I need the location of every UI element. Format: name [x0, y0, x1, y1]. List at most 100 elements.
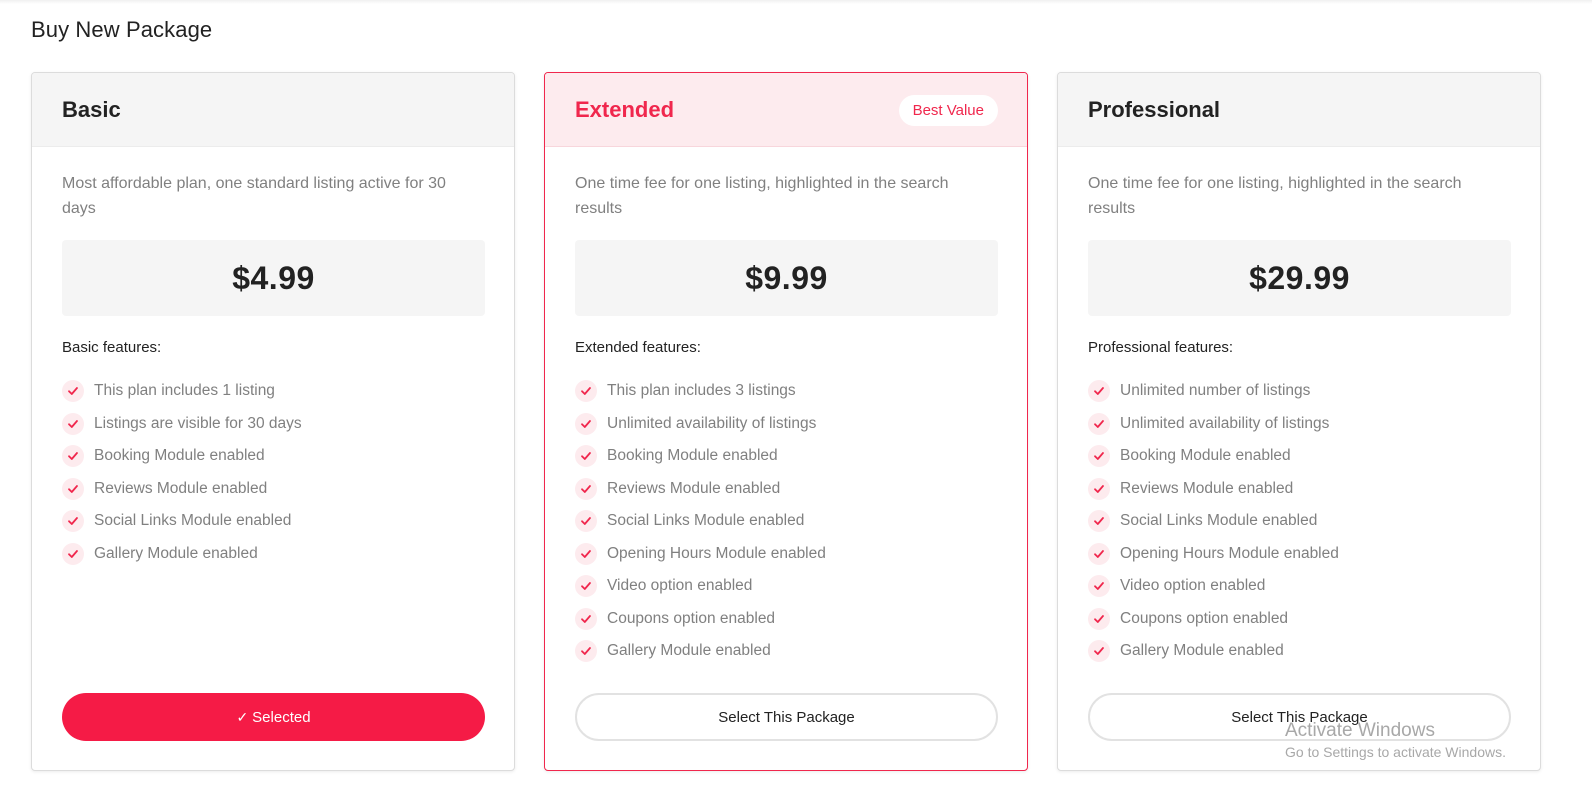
package-header: Basic — [32, 73, 514, 147]
package-card-basic: Basic Most affordable plan, one standard… — [31, 72, 515, 771]
feature-item: This plan includes 1 listing — [62, 375, 302, 408]
button-label: Selected — [252, 708, 311, 726]
feature-text: Video option enabled — [1120, 577, 1266, 595]
page-title: Buy New Package — [31, 17, 213, 42]
package-card-professional: Professional One time fee for one listin… — [1057, 72, 1541, 771]
package-description: Most affordable plan, one standard listi… — [62, 175, 446, 217]
watermark-title: Activate Windows — [1285, 720, 1435, 741]
package-header: Extended Best Value — [545, 73, 1027, 147]
feature-text: Gallery Module enabled — [1120, 642, 1284, 660]
feature-item: Unlimited number of listings — [1088, 375, 1339, 408]
feature-item: Opening Hours Module enabled — [1088, 538, 1339, 571]
feature-text: Social Links Module enabled — [607, 512, 805, 530]
feature-text: This plan includes 3 listings — [607, 382, 796, 400]
package-name: Extended — [575, 97, 675, 122]
feature-text: Booking Module enabled — [607, 447, 778, 465]
check-icon — [575, 477, 597, 500]
package-price: $9.99 — [745, 259, 828, 296]
check-icon — [575, 412, 597, 435]
selected-button[interactable]: ✓ Selected — [62, 693, 485, 741]
button-label: Select This Package — [718, 708, 855, 726]
check-icon — [62, 510, 84, 533]
feature-text: Social Links Module enabled — [1120, 512, 1318, 530]
price-box: $4.99 — [62, 240, 485, 316]
check-icon — [575, 510, 597, 533]
select-package-button[interactable]: Select This Package — [575, 693, 998, 741]
check-icon — [1088, 380, 1110, 403]
package-price: $4.99 — [232, 259, 315, 296]
check-icon — [1088, 477, 1110, 500]
check-icon — [1088, 510, 1110, 533]
feature-item: Unlimited availability of listings — [575, 408, 826, 441]
feature-text: Reviews Module enabled — [1120, 479, 1294, 497]
price-box: $29.99 — [1088, 240, 1511, 316]
check-icon — [575, 542, 597, 565]
check-icon — [62, 412, 84, 435]
check-icon — [62, 445, 84, 468]
feature-item: Coupons option enabled — [575, 603, 826, 636]
features-label: Extended features: — [575, 339, 701, 356]
feature-text: Unlimited number of listings — [1120, 382, 1311, 400]
check-icon — [1088, 575, 1110, 598]
windows-activation-watermark: Activate Windows Go to Settings to activ… — [1285, 720, 1506, 760]
feature-text: Unlimited availability of listings — [1120, 414, 1330, 432]
feature-list: This plan includes 3 listings Unlimited … — [575, 375, 826, 668]
feature-text: Social Links Module enabled — [94, 512, 292, 530]
feature-item: Social Links Module enabled — [575, 505, 826, 538]
feature-item: Reviews Module enabled — [1088, 473, 1339, 506]
feature-item: Social Links Module enabled — [1088, 505, 1339, 538]
feature-item: Video option enabled — [1088, 570, 1339, 603]
feature-text: Coupons option enabled — [1120, 609, 1289, 627]
feature-list: This plan includes 1 listing Listings ar… — [62, 375, 302, 570]
feature-item: Opening Hours Module enabled — [575, 538, 826, 571]
check-icon — [575, 380, 597, 403]
feature-item: Booking Module enabled — [575, 440, 826, 473]
check-icon — [575, 640, 597, 663]
feature-item: Gallery Module enabled — [62, 538, 302, 571]
feature-item: Unlimited availability of listings — [1088, 408, 1339, 441]
price-box: $9.99 — [575, 240, 998, 316]
package-card-extended: Extended Best Value One time fee for one… — [544, 72, 1028, 771]
package-name: Basic — [62, 97, 121, 122]
check-icon — [575, 607, 597, 630]
watermark-subtitle: Go to Settings to activate Windows. — [1285, 744, 1506, 760]
feature-text: Gallery Module enabled — [94, 544, 258, 562]
feature-text: Booking Module enabled — [1120, 447, 1291, 465]
check-icon — [1088, 640, 1110, 663]
feature-item: Video option enabled — [575, 570, 826, 603]
check-icon — [575, 445, 597, 468]
check-icon — [62, 477, 84, 500]
feature-text: Video option enabled — [607, 577, 753, 595]
feature-item: Reviews Module enabled — [62, 473, 302, 506]
feature-text: Unlimited availability of listings — [607, 414, 817, 432]
package-description: One time fee for one listing, highlighte… — [575, 175, 949, 217]
package-name: Professional — [1088, 97, 1221, 122]
feature-list: Unlimited number of listings Unlimited a… — [1088, 375, 1339, 668]
feature-text: Gallery Module enabled — [607, 642, 771, 660]
check-icon — [62, 380, 84, 403]
package-description: One time fee for one listing, highlighte… — [1088, 175, 1462, 217]
feature-item: Coupons option enabled — [1088, 603, 1339, 636]
features-label: Professional features: — [1088, 339, 1234, 356]
feature-item: Booking Module enabled — [1088, 440, 1339, 473]
feature-item: Reviews Module enabled — [575, 473, 826, 506]
feature-text: Reviews Module enabled — [94, 479, 268, 497]
check-icon — [1088, 542, 1110, 565]
check-icon — [62, 542, 84, 565]
package-header: Professional — [1058, 73, 1540, 147]
feature-item: Social Links Module enabled — [62, 505, 302, 538]
feature-text: Reviews Module enabled — [607, 479, 781, 497]
feature-text: Listings are visible for 30 days — [94, 414, 302, 432]
feature-text: Coupons option enabled — [607, 609, 776, 627]
feature-text: This plan includes 1 listing — [94, 382, 275, 400]
feature-item: This plan includes 3 listings — [575, 375, 826, 408]
best-value-badge: Best Value — [898, 95, 998, 126]
check-icon — [1088, 412, 1110, 435]
feature-item: Gallery Module enabled — [575, 635, 826, 668]
package-price: $29.99 — [1249, 259, 1350, 296]
feature-text: Opening Hours Module enabled — [607, 544, 826, 562]
checkmark-icon: ✓ — [236, 708, 249, 725]
feature-text: Booking Module enabled — [94, 447, 265, 465]
feature-item: Booking Module enabled — [62, 440, 302, 473]
feature-text: Opening Hours Module enabled — [1120, 544, 1339, 562]
